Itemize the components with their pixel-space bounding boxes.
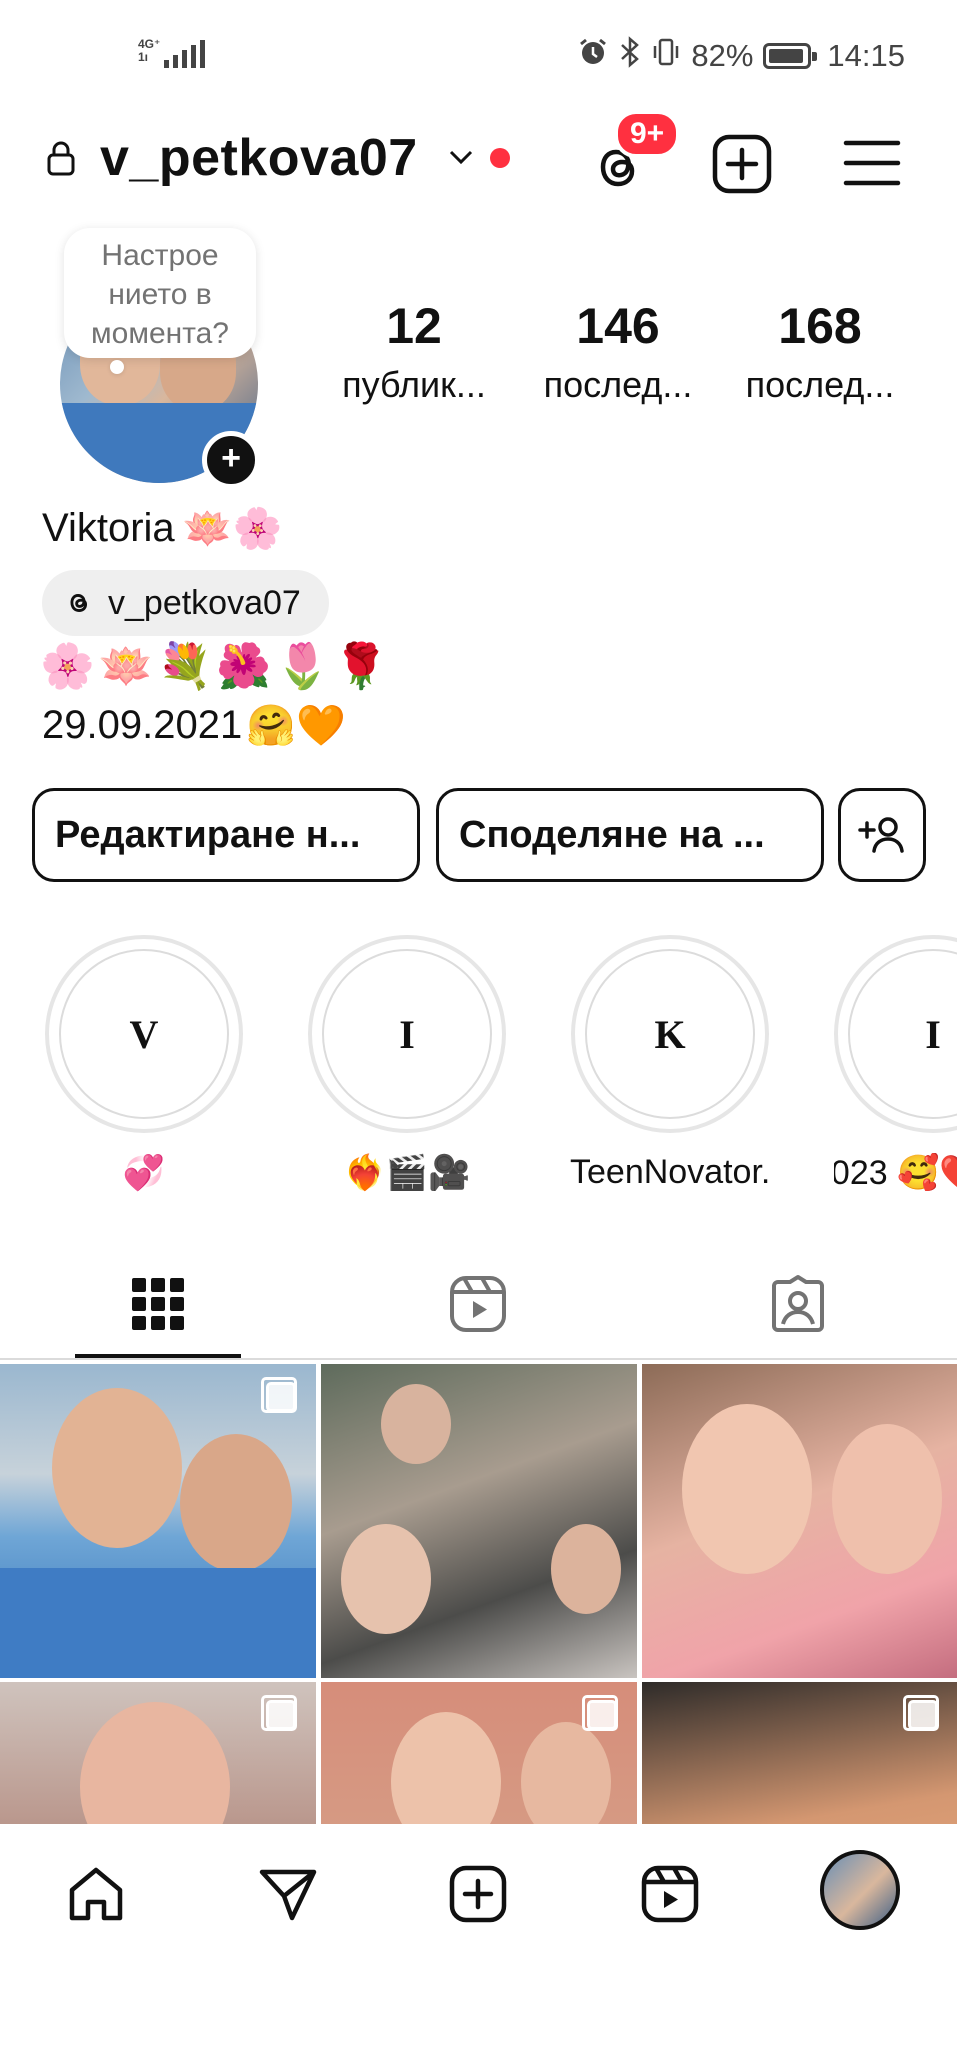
- display-name-emojis: 🪷🌸: [182, 507, 283, 551]
- account-switcher[interactable]: v_petkova07: [100, 128, 418, 188]
- notification-badge: 9+: [614, 110, 681, 158]
- bio-date-emojis: 🤗🧡: [246, 704, 346, 748]
- menu-icon[interactable]: [842, 136, 902, 190]
- stat-label: послед...: [543, 364, 693, 405]
- nav-profile-avatar[interactable]: [820, 1850, 900, 1930]
- chevron-down-icon[interactable]: [446, 146, 476, 168]
- alarm-icon: [577, 36, 609, 76]
- stat-value: 146: [576, 298, 660, 354]
- nav-create[interactable]: [442, 1858, 514, 1930]
- threads-icon: [70, 594, 88, 612]
- share-profile-button[interactable]: Споделяне на ...: [436, 788, 824, 882]
- display-name: Viktoria 🪷🌸: [42, 505, 282, 552]
- highlight-item[interactable]: I ❤️‍🔥🎬🎥: [307, 935, 507, 1199]
- highlight-item[interactable]: V 💞: [44, 935, 244, 1199]
- bluetooth-icon: [619, 36, 641, 76]
- create-icon: [449, 1865, 507, 1923]
- carousel-icon: [903, 1695, 939, 1731]
- note-bubble-tail: [110, 360, 124, 374]
- profile-header: v_petkova07 9+: [0, 110, 957, 210]
- stat-label: публик...: [342, 364, 486, 405]
- stat-following[interactable]: 168 послед...: [720, 296, 920, 408]
- discover-people-button[interactable]: [838, 788, 926, 882]
- stat-followers[interactable]: 146 послед...: [518, 296, 718, 408]
- highlight-cover: I: [322, 949, 492, 1119]
- stat-value: 168: [778, 298, 862, 354]
- bio-emojis: 🌸🪷💐🌺🌷🌹: [40, 642, 393, 691]
- signal-icon: [164, 40, 205, 68]
- tab-tagged[interactable]: [758, 1264, 838, 1344]
- threads-profile-link[interactable]: v_petkova07: [42, 570, 329, 636]
- add-person-icon: [858, 817, 904, 853]
- carousel-icon: [261, 1695, 297, 1731]
- display-name-text: Viktoria: [42, 506, 175, 550]
- status-bar: 4G⁺ 1ı 82% 14:15: [0, 0, 957, 110]
- highlight-label: TeenNovator...: [570, 1153, 770, 1191]
- lock-icon: [47, 141, 75, 176]
- network-indicator: 4G⁺ 1ı: [138, 37, 161, 64]
- post-thumbnail[interactable]: [321, 1682, 637, 1824]
- post-thumbnail[interactable]: [642, 1364, 957, 1678]
- bio-date-text: 29.09.2021: [42, 703, 243, 747]
- post-thumbnail[interactable]: [0, 1364, 316, 1678]
- highlight-cover: V: [59, 949, 229, 1119]
- bio-date: 29.09.2021 🤗🧡: [42, 702, 346, 749]
- highlight-item[interactable]: I 2023 🥰❤️: [834, 935, 957, 1199]
- note-bubble[interactable]: Настрое нието в момента?: [64, 228, 256, 358]
- home-icon: [69, 1867, 123, 1921]
- reels-icon: [450, 1276, 506, 1332]
- battery-icon: [763, 43, 818, 69]
- stat-posts[interactable]: 12 публик...: [314, 296, 514, 408]
- post-thumbnail[interactable]: [0, 1682, 316, 1824]
- reels-icon: [641, 1865, 699, 1923]
- highlight-cover: I: [848, 949, 957, 1119]
- highlight-label: ❤️‍🔥🎬🎥: [343, 1154, 471, 1192]
- vibrate-icon: [651, 36, 681, 76]
- posts-grid: [0, 1364, 957, 1824]
- clock: 14:15: [827, 38, 905, 73]
- tagged-icon: [772, 1275, 824, 1332]
- profile-tabs: [0, 1250, 957, 1360]
- carousel-icon: [261, 1377, 297, 1413]
- tab-reels[interactable]: [438, 1264, 518, 1344]
- add-story-button[interactable]: +: [202, 431, 260, 489]
- edit-profile-button[interactable]: Редактиране н...: [32, 788, 420, 882]
- stat-label: послед...: [745, 364, 895, 405]
- nav-home[interactable]: [60, 1858, 132, 1930]
- create-post-icon[interactable]: [710, 132, 774, 196]
- highlight-item[interactable]: K TeenNovator...: [570, 935, 770, 1199]
- highlight-label: 2023 🥰❤️: [834, 1154, 957, 1192]
- stat-value: 12: [386, 298, 442, 354]
- highlight-label: 💞: [122, 1154, 166, 1192]
- post-thumbnail[interactable]: [321, 1364, 637, 1678]
- threads-handle: v_petkova07: [108, 583, 301, 622]
- nav-reels[interactable]: [634, 1858, 706, 1930]
- tab-posts[interactable]: [118, 1264, 198, 1344]
- nav-direct[interactable]: [252, 1858, 324, 1930]
- unread-dot: [490, 148, 510, 168]
- grid-icon: [132, 1278, 184, 1330]
- post-thumbnail[interactable]: [642, 1682, 957, 1824]
- battery-percent: 82%: [691, 38, 754, 73]
- bottom-navigation: [0, 1826, 957, 2048]
- highlight-cover: K: [585, 949, 755, 1119]
- send-icon: [259, 1869, 317, 1921]
- active-tab-indicator: [75, 1354, 241, 1358]
- carousel-icon: [582, 1695, 618, 1731]
